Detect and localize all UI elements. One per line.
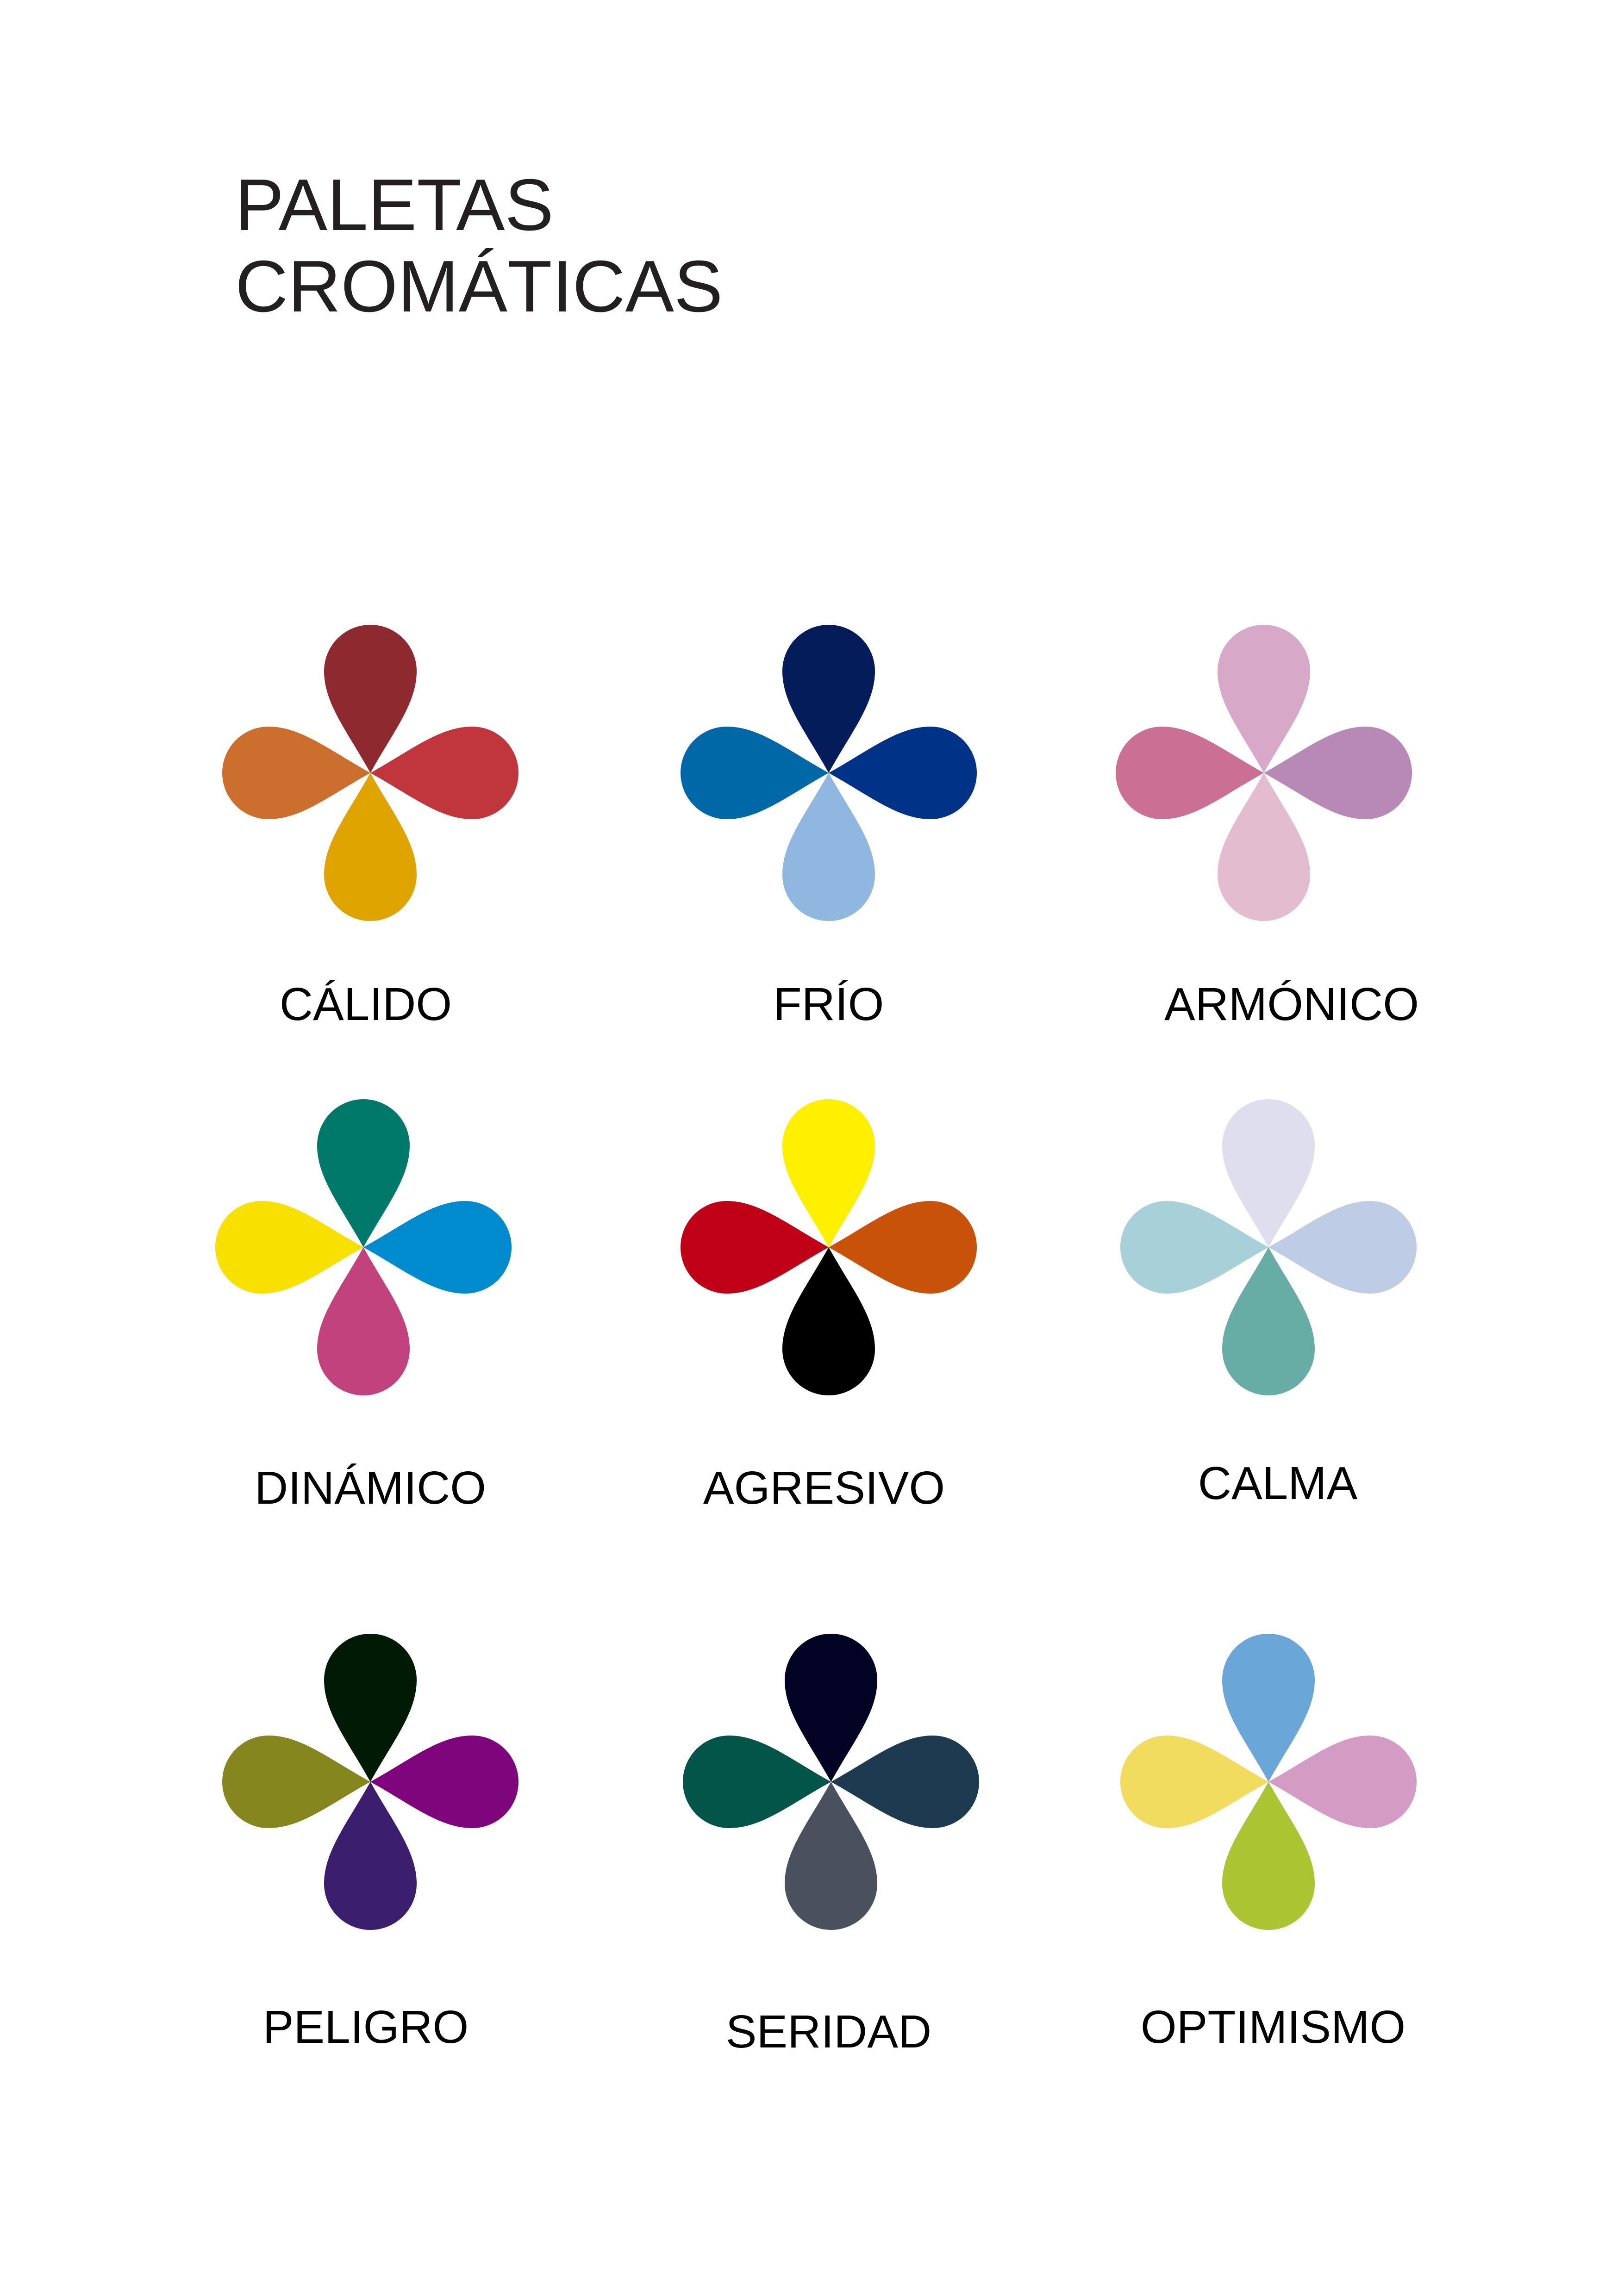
petal-top	[782, 1099, 875, 1247]
petal-left	[1120, 1736, 1268, 1828]
petal-top	[1218, 625, 1310, 773]
petal-right	[831, 1736, 979, 1828]
petal-right	[370, 727, 518, 819]
palette-label-calma: CALMA	[1198, 1457, 1358, 1509]
petal-right	[1268, 1201, 1417, 1294]
palette-flower-optimismo	[1120, 1634, 1417, 1930]
petal-top	[785, 1634, 877, 1782]
petal-bottom	[317, 1247, 410, 1395]
petal-left	[222, 1736, 370, 1828]
palette-flower-frio	[681, 625, 977, 921]
petal-top	[782, 625, 875, 773]
palette-label-dinamico: DINÁMICO	[255, 1462, 486, 1514]
petal-right	[363, 1201, 512, 1294]
petal-left	[222, 727, 370, 819]
petal-top	[324, 1634, 417, 1782]
page-title-line-1: PALETAS	[235, 164, 554, 246]
petal-bottom	[782, 773, 875, 921]
petal-bottom	[324, 1782, 417, 1930]
petal-left	[1120, 1201, 1268, 1294]
palette-flower-calido	[222, 625, 518, 921]
palette-flower-peligro	[222, 1634, 518, 1930]
petal-bottom	[324, 773, 417, 921]
palette-flower-calma	[1120, 1099, 1417, 1395]
petal-top	[1222, 1099, 1315, 1247]
petal-bottom	[1218, 773, 1310, 921]
petal-bottom	[1222, 1782, 1315, 1930]
petal-top	[317, 1099, 410, 1247]
palette-label-armonico: ARMÓNICO	[1164, 978, 1419, 1030]
petal-left	[683, 1736, 831, 1828]
palette-flower-armonico	[1116, 625, 1412, 921]
petal-left	[1116, 727, 1264, 819]
petal-bottom	[1222, 1247, 1315, 1395]
petal-left	[681, 727, 829, 819]
palette-flower-seridad	[683, 1634, 979, 1930]
petal-bottom	[785, 1782, 877, 1930]
petal-bottom	[782, 1247, 875, 1395]
petal-left	[215, 1201, 363, 1294]
petal-left	[681, 1201, 829, 1294]
palette-label-frio: FRÍO	[773, 978, 884, 1030]
palette-flower-agresivo	[681, 1099, 977, 1395]
petal-right	[1264, 727, 1412, 819]
petal-right	[829, 727, 977, 819]
petal-right	[370, 1736, 518, 1828]
palette-label-optimismo: OPTIMISMO	[1140, 2001, 1406, 2053]
palette-label-peligro: PELIGRO	[262, 2001, 469, 2053]
palette-label-agresivo: AGRESIVO	[703, 1462, 945, 1514]
palette-label-calido: CÁLIDO	[279, 978, 452, 1030]
page-title-line-2: CROMÁTICAS	[235, 246, 723, 327]
petal-top	[1222, 1634, 1315, 1782]
palette-flower-dinamico	[215, 1099, 512, 1395]
palette-label-seridad: SERIDAD	[725, 2006, 932, 2058]
petal-right	[1268, 1736, 1417, 1828]
page-title: PALETAS CROMÁTICAS	[235, 164, 723, 327]
petal-right	[829, 1201, 977, 1294]
petal-top	[324, 625, 417, 773]
